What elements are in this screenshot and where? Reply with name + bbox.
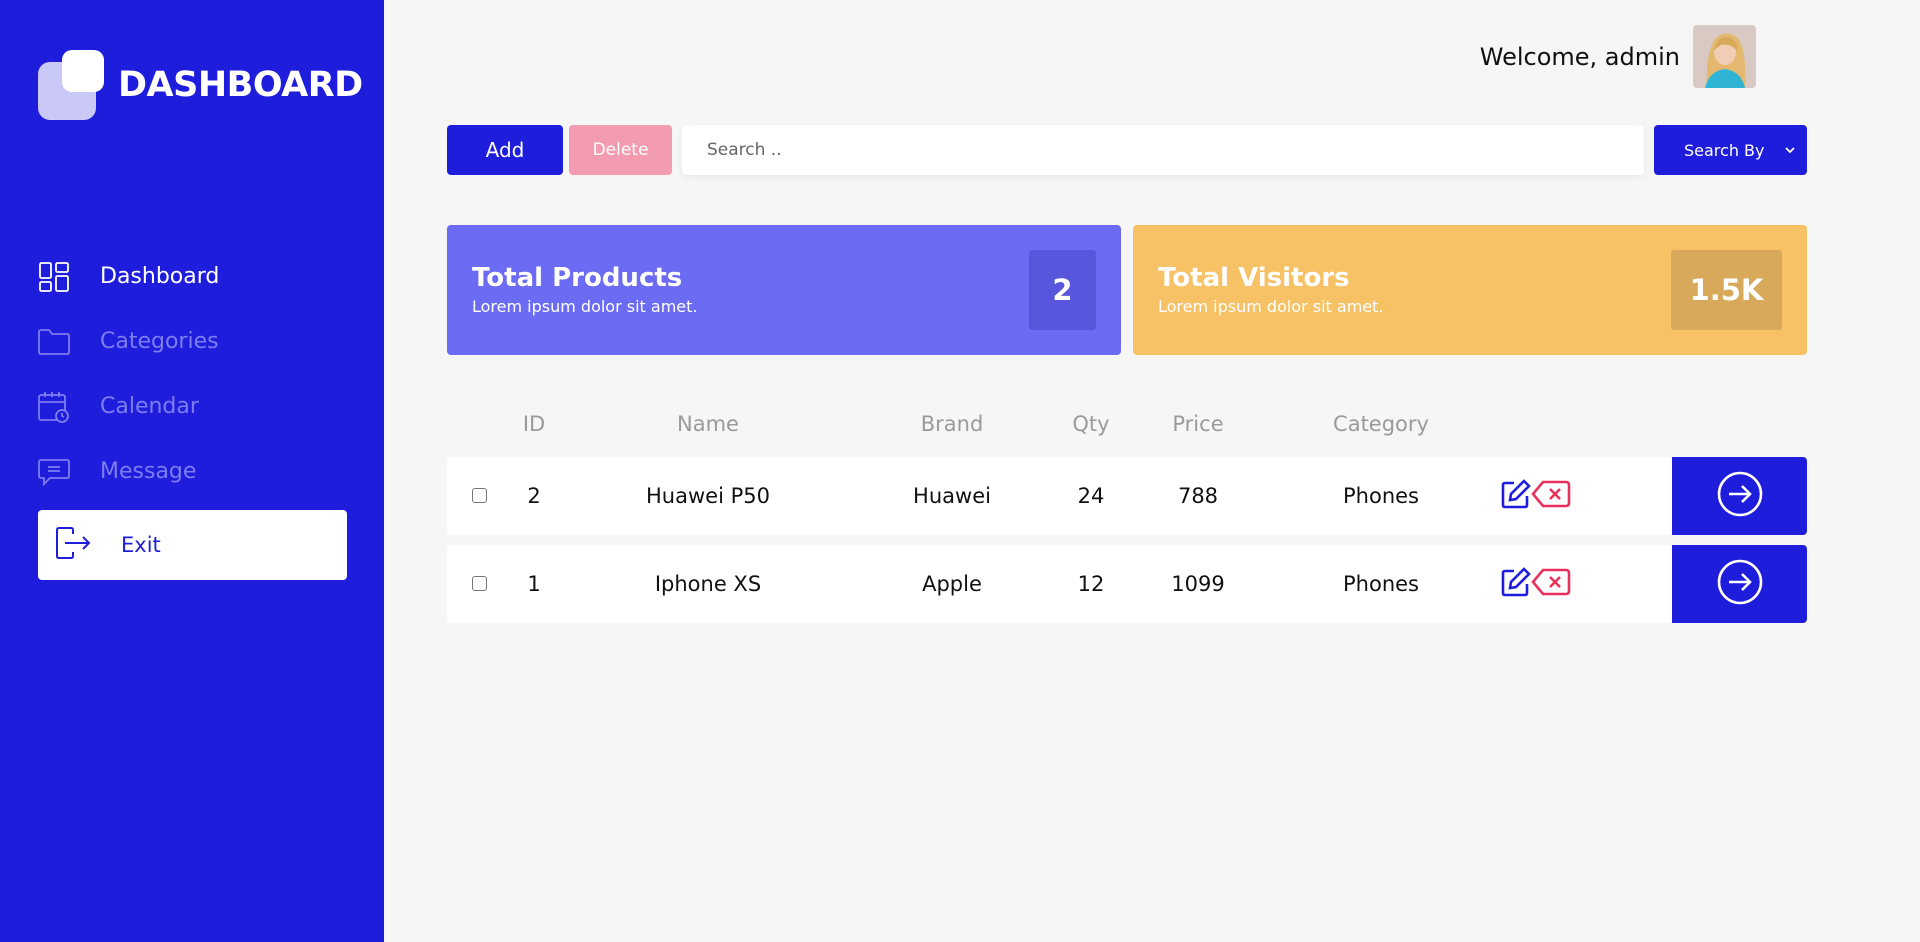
exit-button[interactable]: Exit: [38, 510, 347, 580]
arrow-right-circle-icon: [1716, 470, 1764, 522]
folder-icon: [38, 326, 70, 358]
search-input[interactable]: [682, 125, 1644, 175]
sidebar-item-label: Categories: [100, 329, 219, 354]
table-row: 1 Iphone XS Apple 12 1099 Phones: [447, 545, 1807, 623]
search-by-label: Search By: [1684, 140, 1765, 160]
add-button[interactable]: Add: [447, 125, 563, 175]
cell-price: 1099: [1171, 572, 1225, 596]
arrow-right-circle-icon: [1716, 558, 1764, 610]
cell-category: Phones: [1343, 484, 1419, 508]
sidebar-nav: Dashboard Categories Calendar Message: [38, 244, 348, 504]
delete-row-icon[interactable]: [1531, 479, 1571, 509]
message-icon: [38, 456, 70, 488]
total-visitors-card: Total Visitors Lorem ipsum dolor sit ame…: [1133, 225, 1807, 355]
exit-label: Exit: [121, 533, 161, 557]
view-details-button[interactable]: [1672, 457, 1807, 535]
cell-qty: 24: [1077, 484, 1105, 508]
card-value: 2: [1029, 250, 1096, 330]
card-subtitle: Lorem ipsum dolor sit amet.: [1158, 297, 1384, 316]
sidebar-item-label: Dashboard: [100, 264, 220, 289]
column-header-name[interactable]: Name: [677, 412, 739, 436]
row-checkbox[interactable]: [472, 576, 487, 591]
column-header-brand[interactable]: Brand: [921, 412, 984, 436]
cell-id: 1: [527, 572, 541, 596]
card-title: Total Visitors: [1158, 263, 1350, 293]
cell-price: 788: [1177, 484, 1219, 508]
cell-id: 2: [527, 484, 541, 508]
column-header-qty[interactable]: Qty: [1072, 412, 1109, 436]
dashboard-grid-icon: [38, 261, 70, 293]
chevron-down-icon: [1783, 142, 1797, 161]
user-welcome: Welcome, admin: [1480, 25, 1756, 88]
sidebar-item-categories[interactable]: Categories: [38, 309, 348, 374]
cell-brand: Apple: [922, 572, 982, 596]
logo-icon: [38, 50, 104, 120]
sidebar-item-message[interactable]: Message: [38, 439, 348, 504]
logout-icon: [55, 526, 91, 564]
delete-button[interactable]: Delete: [569, 125, 672, 175]
table-row: 2 Huawei P50 Huawei 24 788 Phones: [447, 457, 1807, 535]
view-details-button[interactable]: [1672, 545, 1807, 623]
card-subtitle: Lorem ipsum dolor sit amet.: [472, 297, 698, 316]
sidebar-item-label: Message: [100, 459, 197, 484]
row-actions: [1501, 479, 1571, 509]
calendar-icon: [38, 391, 70, 423]
cell-qty: 12: [1077, 572, 1105, 596]
cell-name: Iphone XS: [654, 572, 762, 596]
sidebar: DASHBOARD Dashboard Categories Calendar …: [0, 0, 384, 942]
column-header-id[interactable]: ID: [523, 412, 545, 436]
card-value: 1.5K: [1671, 250, 1782, 330]
total-products-card: Total Products Lorem ipsum dolor sit ame…: [447, 225, 1121, 355]
column-header-category[interactable]: Category: [1333, 412, 1429, 436]
app-logo[interactable]: DASHBOARD: [38, 50, 363, 120]
edit-icon[interactable]: [1501, 479, 1531, 509]
avatar[interactable]: [1693, 25, 1756, 88]
sidebar-item-calendar[interactable]: Calendar: [38, 374, 348, 439]
row-checkbox[interactable]: [472, 488, 487, 503]
sidebar-item-label: Calendar: [100, 394, 199, 419]
row-actions: [1501, 567, 1571, 597]
card-title: Total Products: [472, 263, 683, 293]
logo-text: DASHBOARD: [118, 65, 363, 105]
cell-category: Phones: [1343, 572, 1419, 596]
delete-row-icon[interactable]: [1531, 567, 1571, 597]
edit-icon[interactable]: [1501, 567, 1531, 597]
column-header-price[interactable]: Price: [1172, 412, 1223, 436]
search-by-select[interactable]: Search By: [1654, 125, 1807, 175]
welcome-text: Welcome, admin: [1479, 42, 1680, 71]
sidebar-item-dashboard[interactable]: Dashboard: [38, 244, 348, 309]
cell-brand: Huawei: [913, 484, 991, 508]
cell-name: Huawei P50: [646, 484, 770, 508]
